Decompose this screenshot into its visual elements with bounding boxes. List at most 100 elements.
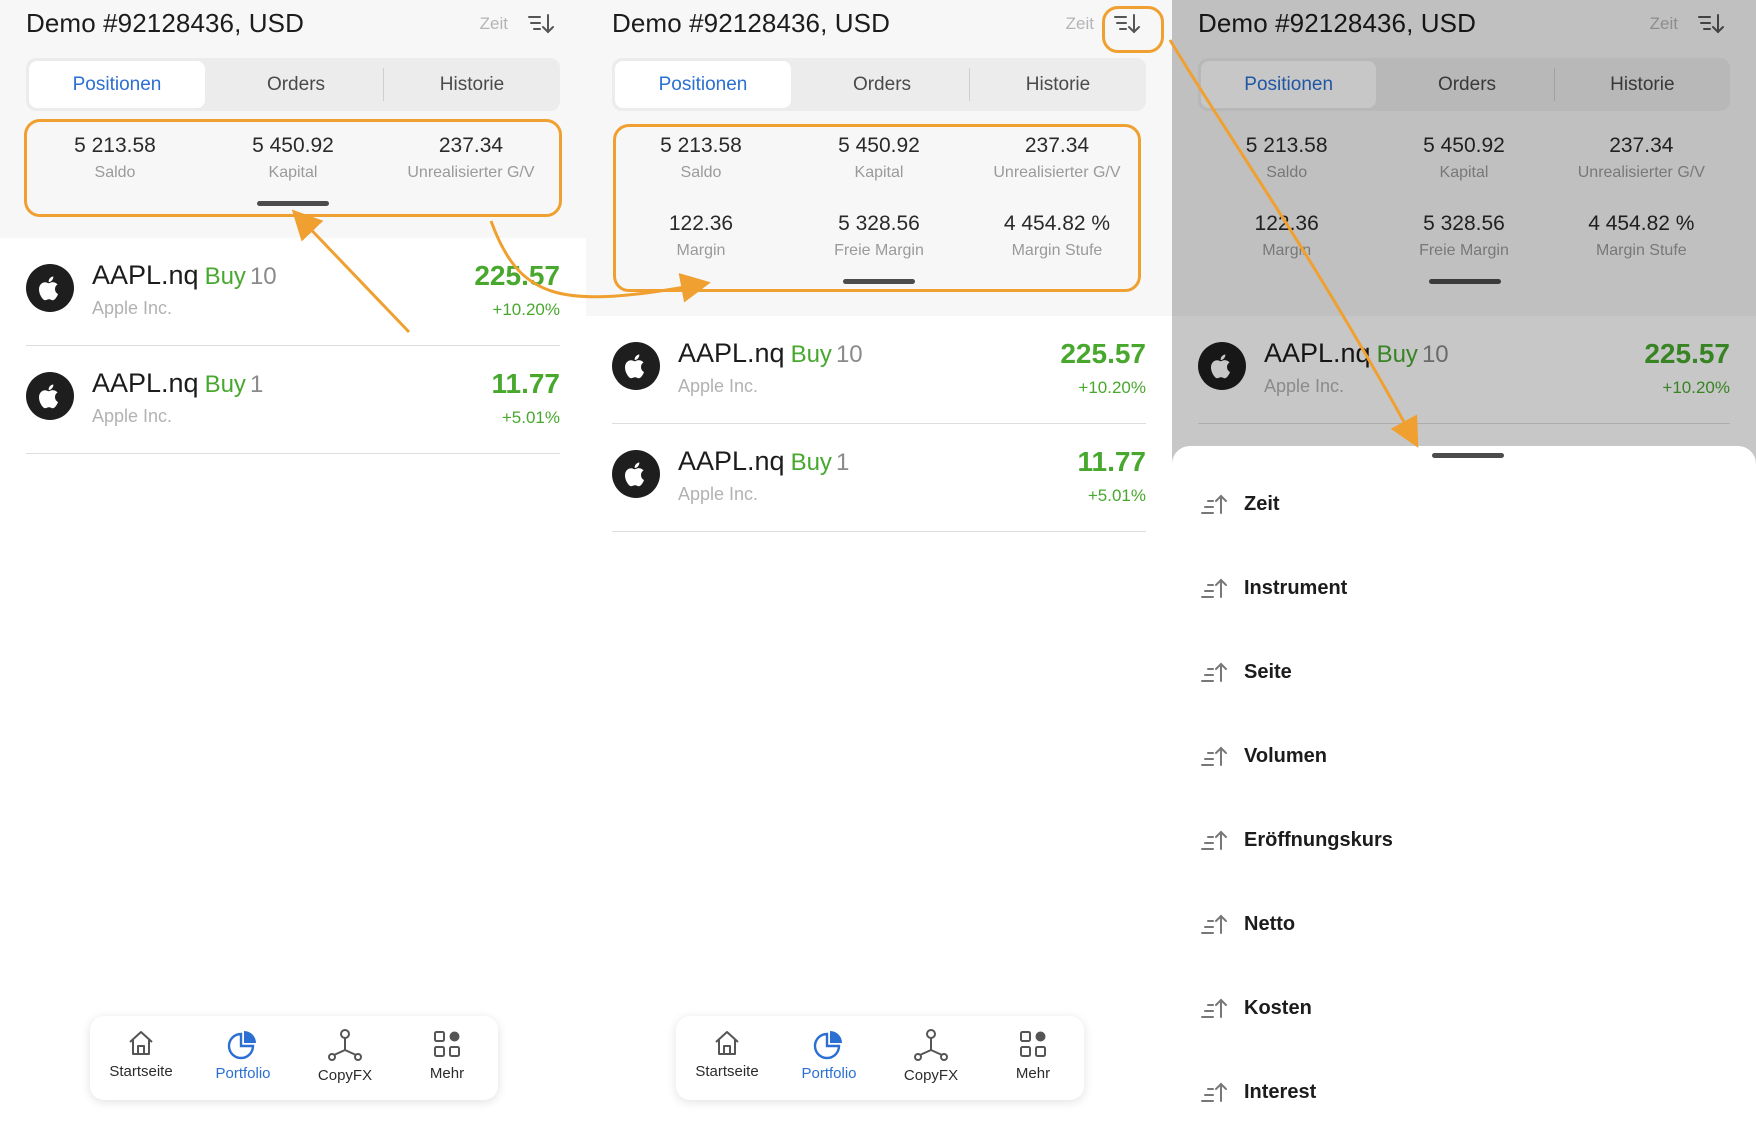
list-item[interactable]: AAPL.nq Buy 1 Apple Inc. 11.77 +5.01% bbox=[26, 346, 560, 454]
nav-copyfx[interactable]: CopyFX bbox=[294, 1016, 396, 1100]
instrument-name: Apple Inc. bbox=[678, 376, 759, 396]
list-item[interactable]: AAPL.nq Buy 10 Apple Inc. 225.57 +10.20% bbox=[26, 238, 560, 346]
apple-logo-icon bbox=[26, 372, 74, 420]
stat-kapital: 5 450.92 Kapital bbox=[204, 122, 382, 200]
position-symbol: AAPL.nq Buy 10 bbox=[678, 338, 863, 369]
tab-positionen[interactable]: Positionen bbox=[29, 61, 205, 108]
sort-icon bbox=[1114, 14, 1140, 34]
header: Demo #92128436, USD Zeit bbox=[612, 0, 1146, 48]
unrealized-label: Unrealisierter G/V bbox=[407, 164, 535, 181]
screen-collapsed-summary: Demo #92128436, USD Zeit Positionen Orde… bbox=[0, 0, 586, 1138]
grid-icon bbox=[434, 1031, 460, 1057]
sort-label[interactable]: Zeit bbox=[1066, 14, 1094, 34]
saldo-value: 5 213.58 bbox=[74, 134, 156, 157]
unrealized-value: 237.34 bbox=[438, 134, 504, 157]
sort-icon bbox=[528, 14, 554, 34]
nav-label: CopyFX bbox=[903, 1067, 959, 1084]
nav-mehr[interactable]: Mehr bbox=[396, 1016, 498, 1100]
sort-option[interactable]: Volumen bbox=[1200, 736, 1327, 776]
stat-saldo: 5 213.58 Saldo bbox=[26, 122, 204, 200]
position-change: +10.20% bbox=[1078, 378, 1146, 397]
instrument-name: Apple Inc. bbox=[92, 298, 173, 318]
nav-startseite[interactable]: Startseite bbox=[676, 1016, 778, 1100]
account-title: Demo #92128436, USD bbox=[612, 8, 890, 38]
sort-option-label: Netto bbox=[1244, 912, 1296, 935]
stat-unrealized: 237.34 Unrealisierter G/V bbox=[968, 122, 1146, 200]
sort-button[interactable] bbox=[526, 10, 556, 38]
account-summary[interactable]: 5 213.58 Saldo 5 450.92 Kapital 237.34 Unre… bbox=[612, 122, 1146, 278]
sheet-handle[interactable] bbox=[1432, 453, 1504, 458]
bottom-nav: Startseite Portfolio CopyFX Mehr bbox=[90, 1016, 498, 1100]
network-icon bbox=[914, 1029, 948, 1061]
position-symbol: AAPL.nq Buy 1 bbox=[678, 446, 849, 477]
side-text: Buy bbox=[204, 263, 246, 290]
sort-option-label: Interest bbox=[1244, 1080, 1317, 1103]
position-profit: 225.57 bbox=[474, 260, 560, 291]
position-change: +5.01% bbox=[1087, 486, 1146, 505]
account-title: Demo #92128436, USD bbox=[26, 8, 304, 38]
bottom-nav: Startseite Portfolio CopyFX Mehr bbox=[676, 1016, 1084, 1100]
sort-ascending-icon bbox=[1201, 662, 1227, 682]
sort-button[interactable] bbox=[1112, 10, 1142, 38]
sort-option[interactable]: Instrument bbox=[1200, 568, 1347, 608]
margin-value: 122.36 bbox=[668, 212, 734, 235]
sort-ascending-icon bbox=[1201, 1082, 1227, 1102]
free-margin-value: 5 328.56 bbox=[838, 212, 920, 235]
nav-mehr[interactable]: Mehr bbox=[982, 1016, 1084, 1100]
kapital-label: Kapital bbox=[854, 164, 904, 181]
sort-option[interactable]: Zeit bbox=[1200, 484, 1280, 524]
nav-portfolio[interactable]: Portfolio bbox=[192, 1016, 294, 1100]
sort-label[interactable]: Zeit bbox=[480, 14, 508, 34]
tab-historie[interactable]: Historie bbox=[970, 58, 1146, 111]
symbol-text: AAPL.nq bbox=[92, 260, 199, 290]
margin-level-value: 4 454.82 % bbox=[1003, 212, 1111, 235]
nav-label: Portfolio bbox=[215, 1065, 271, 1082]
saldo-value: 5 213.58 bbox=[660, 134, 742, 157]
nav-startseite[interactable]: Startseite bbox=[90, 1016, 192, 1100]
tab-orders[interactable]: Orders bbox=[208, 58, 384, 111]
symbol-text: AAPL.nq bbox=[678, 446, 785, 476]
screen-expanded-summary: Demo #92128436, USD Zeit Positionen Orde… bbox=[586, 0, 1172, 1138]
side-text: Buy bbox=[204, 371, 246, 398]
symbol-text: AAPL.nq bbox=[92, 368, 199, 398]
tab-bar: Positionen Orders Historie bbox=[26, 58, 560, 111]
nav-portfolio[interactable]: Portfolio bbox=[778, 1016, 880, 1100]
account-summary[interactable]: 5 213.58 Saldo 5 450.92 Kapital 237.34 Unre… bbox=[26, 122, 560, 200]
stat-margin-level: 4 454.82 % Margin Stufe bbox=[968, 200, 1146, 278]
apple-logo-icon bbox=[26, 264, 74, 312]
collapse-handle[interactable] bbox=[843, 279, 915, 284]
symbol-text: AAPL.nq bbox=[678, 338, 785, 368]
tab-orders-label: Orders bbox=[266, 73, 326, 95]
position-symbol: AAPL.nq Buy 10 bbox=[92, 260, 277, 291]
sort-bottom-sheet: Zeit Instrument Seite Volumen Eröffnungskurs… bbox=[1172, 446, 1756, 1138]
home-icon bbox=[715, 1031, 739, 1055]
expand-handle[interactable] bbox=[257, 201, 329, 206]
margin-level-label: Margin Stufe bbox=[1011, 242, 1103, 259]
network-icon bbox=[328, 1029, 362, 1061]
stat-unrealized: 237.34 Unrealisierter G/V bbox=[382, 122, 560, 200]
nav-label: Startseite bbox=[695, 1063, 759, 1080]
sort-option-label: Seite bbox=[1244, 660, 1292, 683]
sort-option[interactable]: Eröffnungskurs bbox=[1200, 820, 1393, 860]
list-item[interactable]: AAPL.nq Buy 10 Apple Inc. 225.57 +10.20% bbox=[612, 316, 1146, 424]
sort-option[interactable]: Seite bbox=[1200, 652, 1292, 692]
tab-positionen[interactable]: Positionen bbox=[615, 61, 791, 108]
sort-option[interactable]: Interest bbox=[1200, 1072, 1316, 1112]
qty-text: 1 bbox=[835, 449, 850, 476]
list-item[interactable]: AAPL.nq Buy 1 Apple Inc. 11.77 +5.01% bbox=[612, 424, 1146, 532]
sort-option[interactable]: Netto bbox=[1200, 904, 1295, 944]
stat-free-margin: 5 328.56 Freie Margin bbox=[790, 200, 968, 278]
sort-option-label: Instrument bbox=[1244, 576, 1348, 599]
nav-copyfx[interactable]: CopyFX bbox=[880, 1016, 982, 1100]
sort-option-label: Eröffnungskurs bbox=[1244, 828, 1393, 851]
grid-icon bbox=[1020, 1031, 1046, 1057]
tab-orders[interactable]: Orders bbox=[794, 58, 970, 111]
sort-option[interactable]: Kosten bbox=[1200, 988, 1312, 1028]
kapital-value: 5 450.92 bbox=[252, 134, 334, 157]
position-change: +10.20% bbox=[492, 300, 560, 319]
home-icon bbox=[129, 1031, 153, 1055]
unrealized-label: Unrealisierter G/V bbox=[993, 164, 1121, 181]
nav-label: Portfolio bbox=[801, 1065, 857, 1082]
sort-ascending-icon bbox=[1201, 998, 1227, 1018]
tab-historie[interactable]: Historie bbox=[384, 58, 560, 111]
